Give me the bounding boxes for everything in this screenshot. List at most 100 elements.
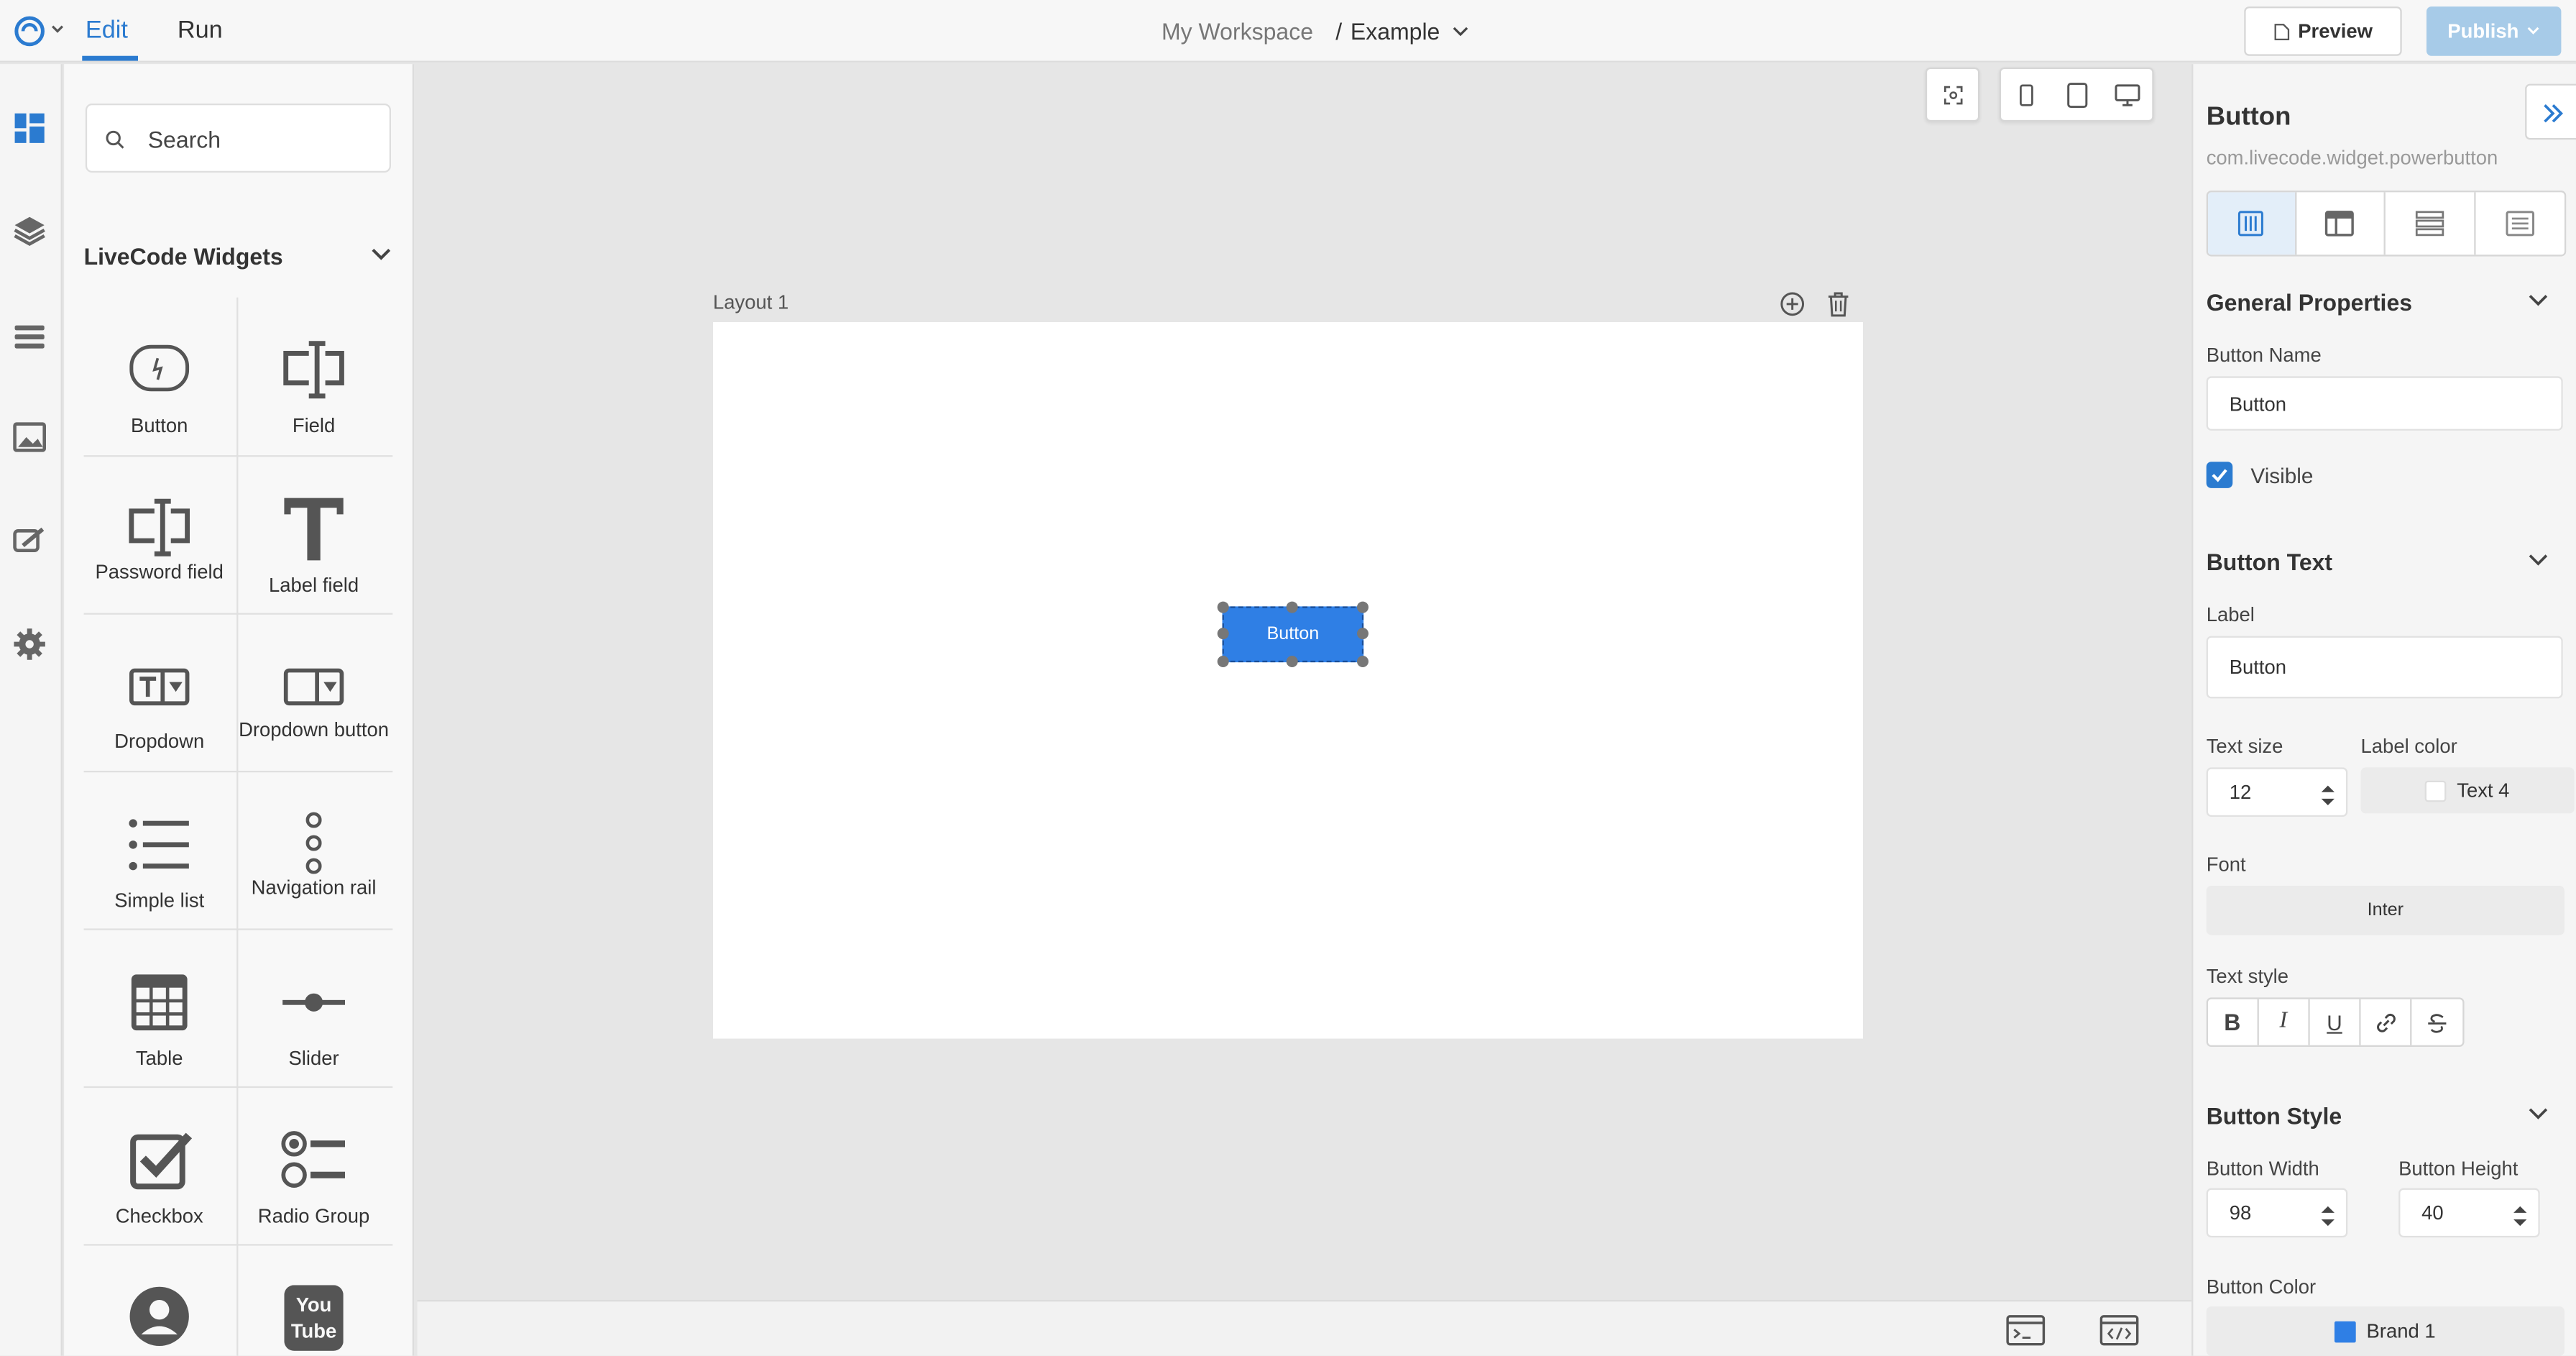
breadcrumb-project[interactable]: Example — [1351, 18, 1440, 45]
text-style-label: Text style — [2206, 964, 2289, 988]
password-field-icon — [129, 498, 190, 556]
desktop-icon[interactable] — [2115, 84, 2141, 107]
resize-handle[interactable] — [1356, 655, 1368, 667]
widget-label: Password field — [95, 560, 224, 584]
button-width-label: Button Width — [2206, 1157, 2319, 1181]
label-color-picker[interactable]: Text 4 — [2360, 767, 2575, 814]
chevron-down-icon[interactable] — [2529, 1108, 2548, 1121]
resize-handle[interactable] — [1356, 601, 1368, 613]
stepper-arrows-icon[interactable] — [2512, 1203, 2529, 1229]
widget-tile-youtube[interactable]: You Tube — [238, 1246, 389, 1356]
bold-button[interactable]: B — [2208, 999, 2258, 1045]
layers-icon[interactable] — [12, 212, 47, 248]
layout-title[interactable]: Layout 1 — [713, 291, 788, 314]
palette-icon[interactable] — [12, 523, 47, 559]
button-name-field[interactable]: Button — [2206, 376, 2563, 431]
selected-canvas-button[interactable]: Button — [1222, 606, 1364, 663]
trash-icon[interactable] — [1827, 291, 1850, 318]
widget-tile-checkbox[interactable]: Checkbox — [84, 1088, 235, 1244]
app-logo-icon[interactable] — [13, 15, 46, 48]
chevron-down-icon[interactable] — [2529, 554, 2548, 567]
widget-tile-navigation-rail[interactable]: Navigation rail — [238, 772, 389, 928]
table-icon — [131, 974, 188, 1031]
button-text-heading[interactable]: Button Text — [2207, 549, 2332, 575]
widget-tile-avatar[interactable] — [84, 1246, 235, 1356]
button-width-value: 98 — [2229, 1201, 2252, 1224]
font-value: Inter — [2367, 900, 2404, 920]
section-chevron-down-icon[interactable] — [372, 248, 391, 261]
sliders-icon — [2238, 211, 2264, 237]
stepper-arrows-icon[interactable] — [2319, 782, 2336, 809]
resize-handle[interactable] — [1217, 655, 1229, 667]
terminal-icon[interactable] — [2006, 1315, 2046, 1346]
button-style-heading[interactable]: Button Style — [2207, 1103, 2342, 1130]
search-input[interactable]: Search — [85, 103, 391, 173]
strikethrough-icon — [2428, 1013, 2447, 1032]
underline-button[interactable]: U — [2310, 999, 2361, 1045]
add-layout-icon[interactable] — [1779, 291, 1806, 318]
gear-icon[interactable] — [12, 626, 47, 662]
link-button[interactable] — [2360, 999, 2413, 1045]
resize-handle[interactable] — [1356, 628, 1368, 640]
tab-edit[interactable]: Edit — [86, 17, 128, 45]
button-height-stepper[interactable]: 40 — [2398, 1188, 2540, 1238]
fit-to-screen-button[interactable] — [1925, 67, 1980, 122]
chevron-down-icon[interactable] — [2529, 294, 2548, 307]
tablet-icon[interactable] — [2066, 82, 2088, 109]
widget-tile-password-field[interactable]: Password field — [84, 457, 235, 613]
widget-tile-table[interactable]: Table — [84, 930, 235, 1086]
strikethrough-button[interactable] — [2412, 999, 2462, 1045]
collapse-panel-button[interactable] — [2525, 83, 2576, 140]
chevron-down-icon[interactable] — [50, 22, 66, 38]
simple-list-icon — [129, 819, 189, 871]
widget-label: Checkbox — [115, 1204, 203, 1228]
project-chevron-down-icon[interactable] — [1453, 24, 1469, 37]
resize-handle[interactable] — [1286, 655, 1298, 667]
widget-tile-label-field[interactable]: Label field — [238, 457, 389, 613]
stepper-arrows-icon[interactable] — [2319, 1203, 2336, 1229]
widget-label: Dropdown — [114, 729, 205, 753]
image-icon[interactable] — [12, 419, 47, 455]
tab-properties-layout[interactable] — [2296, 192, 2386, 255]
tab-properties-list[interactable] — [2386, 192, 2475, 255]
layout-canvas[interactable] — [712, 321, 1863, 1039]
preview-button[interactable]: Preview — [2244, 6, 2402, 56]
focus-icon — [1944, 86, 1963, 105]
widget-label: Label field — [269, 573, 359, 597]
widget-tile-dropdown-button[interactable]: Dropdown button — [238, 615, 389, 771]
widgets-icon[interactable] — [12, 110, 47, 146]
top-bar: Edit Run My Workspace / Example Preview … — [0, 0, 2576, 63]
button-width-stepper[interactable]: 98 — [2206, 1188, 2348, 1238]
tab-properties-details[interactable] — [2475, 192, 2564, 255]
publish-button[interactable]: Publish — [2426, 6, 2562, 56]
widget-section-title[interactable]: LiveCode Widgets — [84, 243, 283, 270]
widget-tile-field[interactable]: Field — [238, 298, 389, 455]
resize-handle[interactable] — [1217, 628, 1229, 640]
tab-properties-basic[interactable] — [2207, 192, 2296, 255]
resize-handle[interactable] — [1286, 601, 1298, 613]
layout-icon — [2325, 211, 2355, 237]
search-placeholder: Search — [147, 126, 221, 153]
list-icon[interactable] — [12, 319, 47, 354]
widget-tile-button[interactable]: Button — [84, 298, 235, 455]
code-icon[interactable] — [2099, 1315, 2139, 1346]
visible-checkbox[interactable] — [2206, 462, 2233, 488]
general-properties-heading[interactable]: General Properties — [2207, 289, 2412, 316]
italic-button[interactable]: I — [2258, 999, 2311, 1045]
text-size-stepper[interactable]: 12 — [2206, 767, 2348, 817]
font-picker[interactable]: Inter — [2206, 885, 2564, 935]
power-button-icon — [129, 344, 190, 392]
tab-run[interactable]: Run — [178, 17, 223, 45]
widget-tile-radio-group[interactable]: Radio Group — [238, 1088, 389, 1244]
widget-label: Slider — [288, 1046, 339, 1070]
phone-icon[interactable] — [2019, 84, 2034, 107]
publish-chevron-down-icon[interactable] — [2527, 27, 2540, 37]
link-icon — [2376, 1012, 2395, 1032]
label-field[interactable]: Button — [2206, 636, 2563, 699]
widget-tile-simple-list[interactable]: Simple list — [84, 772, 235, 928]
button-color-picker[interactable]: Brand 1 — [2206, 1306, 2564, 1356]
widget-tile-dropdown[interactable]: Dropdown — [84, 615, 235, 771]
breadcrumb-workspace[interactable]: My Workspace — [1162, 18, 1313, 45]
resize-handle[interactable] — [1217, 601, 1229, 613]
widget-tile-slider[interactable]: Slider — [238, 930, 389, 1086]
